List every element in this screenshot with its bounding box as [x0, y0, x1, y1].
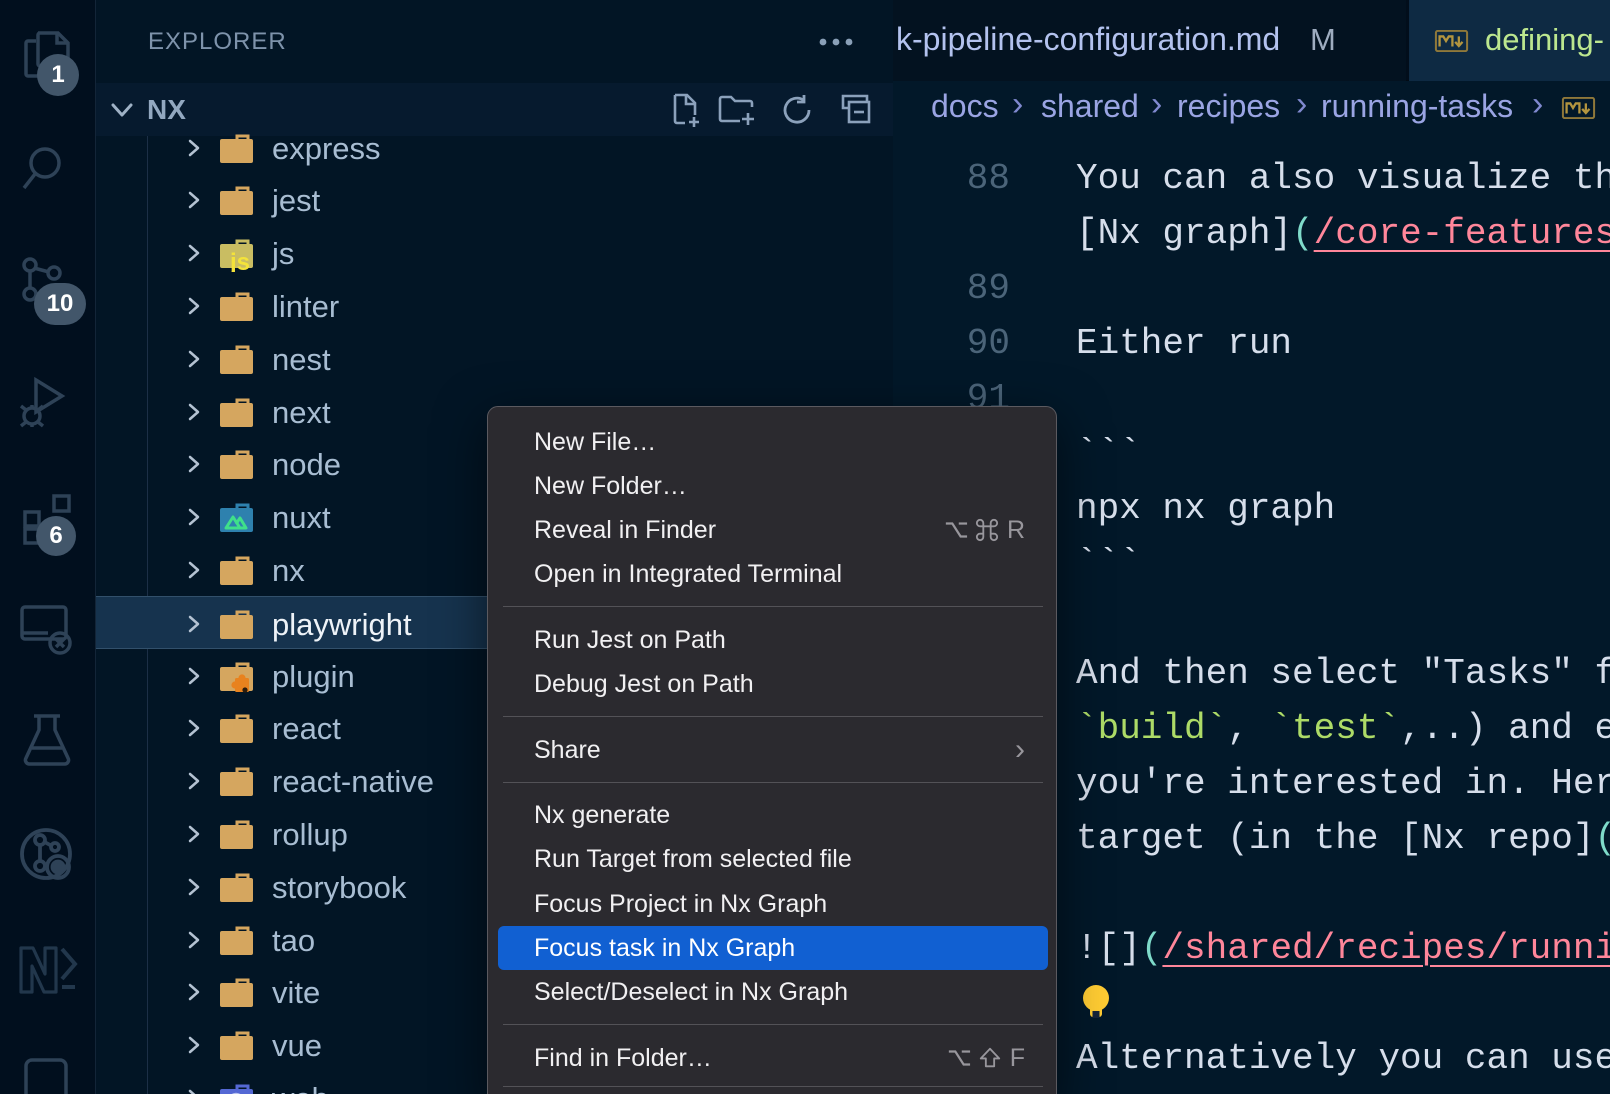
- svg-text:js: js: [229, 249, 250, 272]
